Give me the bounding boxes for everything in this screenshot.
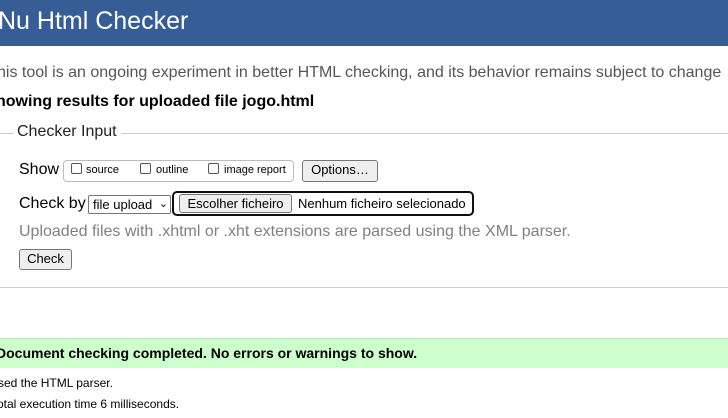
- timing-note: otal execution time 6 milliseconds.: [0, 397, 180, 411]
- results-heading: howing results for uploaded file jogo.ht…: [0, 93, 315, 110]
- section-divider: [0, 287, 728, 288]
- show-label: Show: [19, 161, 60, 178]
- intro-text: his tool is an ongoing experiment in bet…: [0, 64, 722, 81]
- success-message: Document checking completed. No errors o…: [0, 345, 418, 361]
- page-title: Nu Html Checker: [0, 7, 189, 35]
- page-header: Nu Html Checker: [0, 0, 728, 46]
- source-checkbox[interactable]: [71, 163, 82, 174]
- image-report-checkbox[interactable]: [208, 163, 219, 174]
- show-options-group: source outline image report: [63, 160, 294, 182]
- choose-file-button[interactable]: Escolher ficheiro: [179, 194, 292, 213]
- file-input[interactable]: Escolher ficheiro Nenhum ficheiro seleci…: [172, 191, 474, 216]
- check-by-selected-value: file upload: [93, 197, 153, 212]
- outline-checkbox-label[interactable]: outline: [156, 164, 188, 176]
- success-banner: Document checking completed. No errors o…: [0, 338, 728, 368]
- source-checkbox-label[interactable]: source: [86, 164, 119, 176]
- fieldset-border-right: [121, 133, 728, 134]
- parser-note: sed the HTML parser.: [0, 376, 113, 390]
- xml-parser-hint: Uploaded files with .xhtml or .xht exten…: [19, 223, 571, 240]
- outline-checkbox[interactable]: [140, 163, 151, 174]
- check-button[interactable]: Check: [19, 249, 72, 270]
- checker-input-legend: Checker Input: [17, 123, 117, 140]
- chevron-down-icon: ⌄: [158, 198, 168, 210]
- image-report-checkbox-label[interactable]: image report: [224, 164, 286, 176]
- check-by-select[interactable]: file upload ⌄: [88, 195, 171, 214]
- file-status-text: Nenhum ficheiro selecionado: [298, 196, 466, 211]
- check-by-label: Check by: [19, 195, 86, 212]
- fieldset-border-left: [0, 133, 14, 134]
- options-button[interactable]: Options…: [302, 160, 378, 182]
